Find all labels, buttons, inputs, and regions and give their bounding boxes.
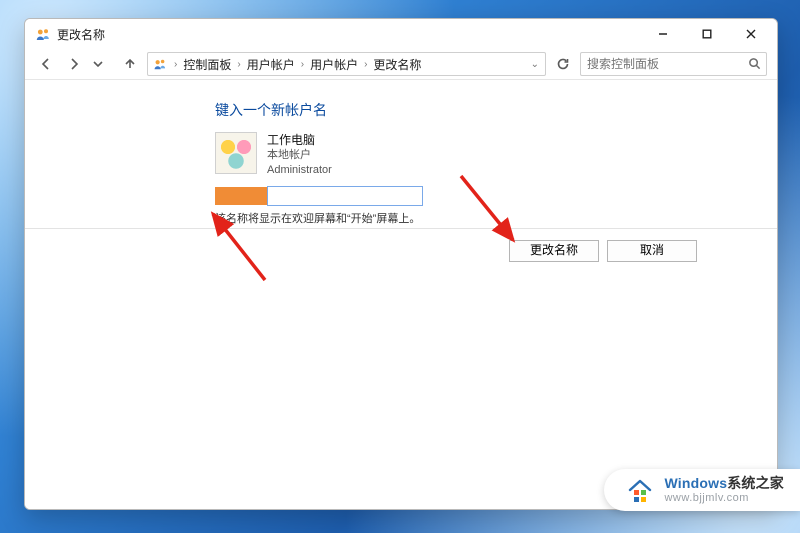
- navigation-bar: › 控制面板 › 用户帐户 › 用户帐户 › 更改名称 ⌄: [25, 49, 777, 80]
- forward-button[interactable]: [63, 53, 85, 75]
- content-area: 键入一个新帐户名 工作电脑 本地帐户 Administrator 该名称将显示在…: [25, 80, 777, 510]
- page-heading: 键入一个新帐户名: [215, 100, 717, 120]
- maximize-button[interactable]: [685, 20, 729, 48]
- chevron-down-icon[interactable]: ⌄: [531, 59, 541, 70]
- hint-text: 该名称将显示在欢迎屏幕和“开始”屏幕上。: [215, 210, 717, 226]
- refresh-button[interactable]: [552, 53, 574, 75]
- chevron-right-icon: ›: [235, 59, 242, 70]
- search-icon: [748, 57, 762, 71]
- back-button[interactable]: [35, 53, 57, 75]
- section-divider: [25, 228, 777, 229]
- cancel-button[interactable]: 取消: [607, 240, 697, 262]
- watermark-brand: Windows系统之家: [664, 476, 784, 491]
- user-accounts-icon: [35, 26, 51, 42]
- watermark-url: www.bjjmlv.com: [664, 492, 784, 504]
- watermark-badge: Windows系统之家 www.bjjmlv.com: [604, 469, 800, 511]
- account-display-name: 工作电脑: [267, 132, 332, 148]
- breadcrumb[interactable]: › 控制面板 › 用户帐户 › 用户帐户 › 更改名称 ⌄: [147, 52, 546, 76]
- breadcrumb-item[interactable]: 用户帐户: [310, 56, 358, 73]
- control-panel-window: 更改名称: [24, 18, 778, 510]
- breadcrumb-item[interactable]: 用户帐户: [247, 56, 295, 73]
- search-input[interactable]: [585, 56, 744, 72]
- titlebar: 更改名称: [25, 19, 777, 49]
- new-account-name-input[interactable]: [267, 186, 423, 206]
- chevron-right-icon: ›: [172, 59, 179, 70]
- breadcrumb-item[interactable]: 控制面板: [183, 56, 231, 73]
- change-name-button[interactable]: 更改名称: [509, 240, 599, 262]
- account-role: Administrator: [267, 163, 332, 178]
- desktop-wallpaper: 更改名称: [0, 0, 800, 533]
- house-windows-icon: [626, 476, 654, 504]
- recent-locations-button[interactable]: [91, 53, 105, 75]
- window-title: 更改名称: [57, 26, 105, 43]
- chevron-right-icon: ›: [362, 59, 369, 70]
- minimize-button[interactable]: [641, 20, 685, 48]
- account-avatar: [215, 132, 257, 174]
- up-button[interactable]: [119, 53, 141, 75]
- search-box[interactable]: [580, 52, 767, 76]
- user-accounts-icon: [152, 56, 168, 72]
- account-type: 本地帐户: [267, 148, 332, 163]
- close-button[interactable]: [729, 20, 773, 48]
- breadcrumb-item[interactable]: 更改名称: [373, 56, 421, 73]
- chevron-right-icon: ›: [299, 59, 306, 70]
- redacted-name-segment: [215, 187, 267, 205]
